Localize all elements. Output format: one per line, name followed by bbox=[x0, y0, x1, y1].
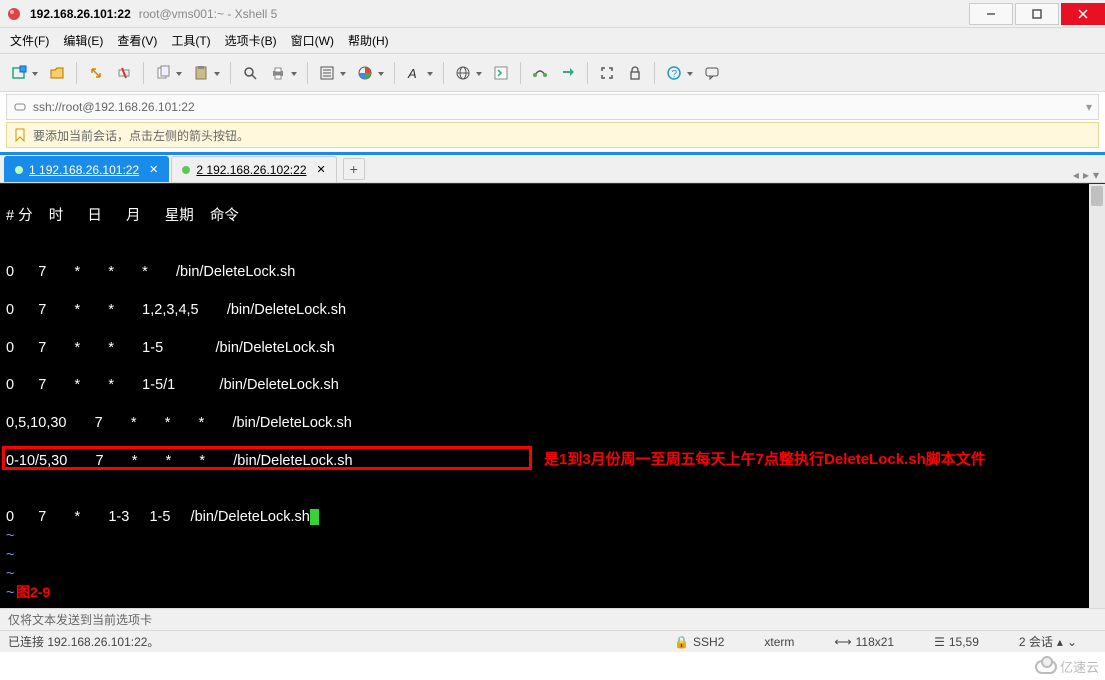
copy-button[interactable] bbox=[150, 59, 186, 87]
close-button[interactable] bbox=[1061, 3, 1105, 25]
status-dot-icon bbox=[182, 166, 190, 174]
tab-strip: 1 192.168.26.101:22 ✕ 2 192.168.26.102:2… bbox=[0, 155, 1105, 183]
new-session-button[interactable] bbox=[6, 59, 42, 87]
tab-session-2[interactable]: 2 192.168.26.102:22 ✕ bbox=[171, 156, 336, 182]
svg-text:A: A bbox=[407, 66, 417, 81]
status-protocol: SSH2 bbox=[693, 635, 724, 649]
menu-window[interactable]: 窗口(W) bbox=[291, 32, 334, 49]
status-sessions: 2 会话 bbox=[1019, 633, 1053, 650]
scrollbar[interactable] bbox=[1089, 184, 1105, 608]
disconnect-button[interactable] bbox=[111, 59, 137, 87]
fullscreen-button[interactable] bbox=[594, 59, 620, 87]
print-button[interactable] bbox=[265, 59, 301, 87]
paste-button[interactable] bbox=[188, 59, 224, 87]
tunnel-button[interactable] bbox=[527, 59, 553, 87]
svg-text:?: ? bbox=[672, 69, 678, 80]
status-bar: 已连接 192.168.26.101:22。 🔒 SSH2 xterm ⟷ 118x… bbox=[0, 630, 1105, 652]
title-bar: 192.168.26.101:22 root@vms001:~ - Xshell… bbox=[0, 0, 1105, 28]
status-termtype: xterm bbox=[764, 635, 794, 649]
address-dropdown-icon[interactable]: ▾ bbox=[1086, 100, 1092, 114]
cron-entries: 0 7 * * * /bin/DeleteLock.sh 0 7 * * 1,2… bbox=[6, 264, 353, 468]
link-icon bbox=[13, 100, 27, 114]
cron-header: # 分 时 日 月 星期 命令 bbox=[6, 208, 239, 224]
toolbar: A ? bbox=[0, 54, 1105, 92]
encoding-button[interactable] bbox=[450, 59, 486, 87]
tilde-line: ~ bbox=[6, 547, 14, 563]
status-size: 118x21 bbox=[856, 635, 894, 649]
scrollbar-thumb[interactable] bbox=[1091, 186, 1103, 206]
tab-list-icon[interactable]: ▾ bbox=[1093, 168, 1099, 182]
cloud-icon bbox=[1035, 660, 1057, 674]
menu-bar: 文件(F) 编辑(E) 查看(V) 工具(T) 选项卡(B) 窗口(W) 帮助(… bbox=[0, 28, 1105, 54]
find-button[interactable] bbox=[237, 59, 263, 87]
menu-tools[interactable]: 工具(T) bbox=[171, 32, 210, 49]
status-cursor-pos: 15,59 bbox=[949, 635, 979, 649]
status-connection: 已连接 192.168.26.101:22。 bbox=[8, 633, 159, 650]
status-dot-icon bbox=[15, 166, 23, 174]
window-title-host: 192.168.26.101:22 bbox=[30, 7, 131, 21]
watermark: 亿速云 bbox=[1035, 657, 1099, 676]
script-button[interactable] bbox=[488, 59, 514, 87]
hint-bar: 要添加当前会话，点击左侧的箭头按钮。 bbox=[6, 122, 1099, 148]
bookmark-icon[interactable] bbox=[13, 128, 27, 142]
maximize-button[interactable] bbox=[1015, 3, 1059, 25]
font-button[interactable]: A bbox=[401, 59, 437, 87]
menu-tabs[interactable]: 选项卡(B) bbox=[225, 32, 277, 49]
help-button[interactable]: ? bbox=[661, 59, 697, 87]
address-bar[interactable]: ssh://root@192.168.26.101:22 ▾ bbox=[6, 94, 1099, 120]
lock-button[interactable] bbox=[622, 59, 648, 87]
color-button[interactable] bbox=[352, 59, 388, 87]
tilde-line: ~ bbox=[6, 566, 14, 582]
menu-file[interactable]: 文件(F) bbox=[10, 32, 49, 49]
feedback-button[interactable] bbox=[699, 59, 725, 87]
figure-label: 图2-9 bbox=[16, 582, 50, 602]
properties-button[interactable] bbox=[314, 59, 350, 87]
tilde-line: ~ bbox=[6, 604, 14, 608]
hint-text: 要添加当前会话，点击左侧的箭头按钮。 bbox=[33, 127, 249, 144]
app-icon bbox=[6, 6, 22, 22]
transfer-button[interactable] bbox=[555, 59, 581, 87]
cursor-icon bbox=[310, 509, 319, 525]
tilde-line: ~ bbox=[6, 528, 14, 544]
tilde-line: ~ bbox=[6, 585, 14, 601]
menu-help[interactable]: 帮助(H) bbox=[348, 32, 389, 49]
window-title-rest: root@vms001:~ - Xshell 5 bbox=[139, 7, 278, 21]
cron-boxed-line: 0 7 * 1-3 1-5 /bin/DeleteLock.sh bbox=[6, 509, 310, 525]
tab-scroll-right-icon[interactable]: ▸ bbox=[1083, 168, 1089, 182]
address-url: ssh://root@192.168.26.101:22 bbox=[33, 100, 195, 114]
chevron-down-icon[interactable]: ⌄ bbox=[1067, 635, 1077, 649]
menu-edit[interactable]: 编辑(E) bbox=[63, 32, 103, 49]
reconnect-button[interactable] bbox=[83, 59, 109, 87]
menu-view[interactable]: 查看(V) bbox=[117, 32, 157, 49]
tab-add-button[interactable]: + bbox=[343, 158, 365, 180]
lock-icon: 🔒 bbox=[674, 635, 689, 649]
highlight-box bbox=[2, 446, 532, 470]
tab-scroll-left-icon[interactable]: ◂ bbox=[1073, 168, 1079, 182]
terminal[interactable]: # 分 时 日 月 星期 命令 0 7 * * * /bin/DeleteLoc… bbox=[0, 183, 1105, 608]
tab-session-1[interactable]: 1 192.168.26.101:22 ✕ bbox=[4, 156, 169, 182]
tab-close-icon[interactable]: ✕ bbox=[149, 163, 158, 176]
compose-hint: 仅将文本发送到当前选项卡 bbox=[0, 608, 1105, 630]
annotation-text: 是1到3月份周一至周五每天上午7点整执行DeleteLock.sh脚本文件 bbox=[544, 448, 986, 469]
minimize-button[interactable] bbox=[969, 3, 1013, 25]
open-session-button[interactable] bbox=[44, 59, 70, 87]
tab-close-icon[interactable]: ✕ bbox=[317, 163, 326, 176]
resize-icon: ⟷ bbox=[834, 635, 851, 649]
